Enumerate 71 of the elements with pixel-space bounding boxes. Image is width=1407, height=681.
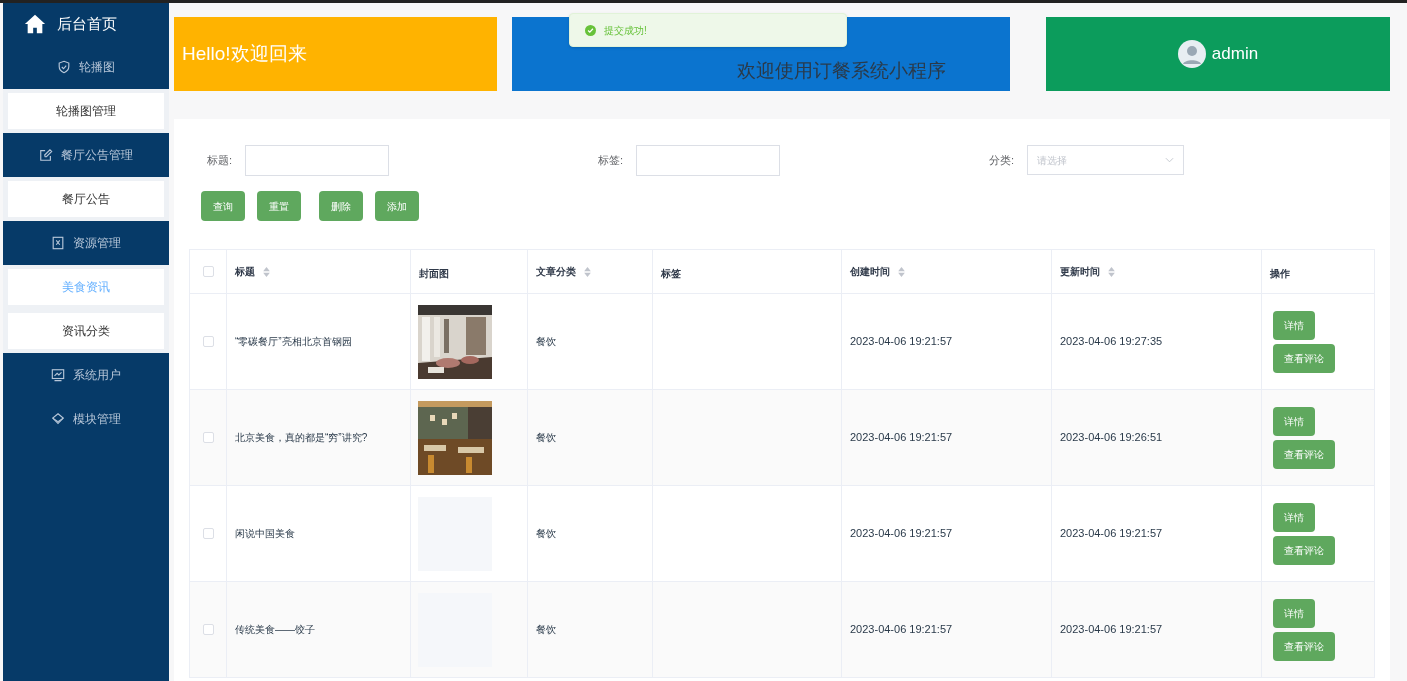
edit-icon bbox=[39, 148, 53, 162]
table-cell-text: 2023-04-06 19:21:57 bbox=[850, 430, 953, 446]
menu-item[interactable]: 餐厅公告 bbox=[8, 181, 164, 217]
filter-label: 标签: bbox=[596, 152, 624, 168]
menu-group[interactable]: 模块管理 bbox=[3, 397, 169, 441]
check-icon bbox=[585, 24, 596, 36]
table-cell-text: 北京美食，真的都是“穷”讲究? bbox=[235, 431, 368, 445]
menu-group[interactable]: 系统用户 bbox=[3, 353, 169, 397]
action-button[interactable]: 删除 bbox=[319, 191, 363, 221]
row-action-button[interactable]: 详情 bbox=[1273, 502, 1315, 532]
table-cell-text: 2023-04-06 19:21:57 bbox=[850, 526, 953, 542]
sort-icon[interactable] bbox=[1108, 266, 1115, 277]
table-cell-text: 餐饮 bbox=[536, 431, 556, 445]
sort-icon[interactable] bbox=[584, 266, 591, 277]
text-field[interactable] bbox=[245, 144, 389, 176]
row-action-button[interactable]: 详情 bbox=[1273, 406, 1315, 436]
menu-group[interactable]: 餐厅公告管理 bbox=[3, 133, 169, 177]
row-action-button[interactable]: 详情 bbox=[1273, 310, 1315, 340]
table-cell-text: 2023-04-06 19:21:57 bbox=[1060, 622, 1163, 638]
menu-item[interactable]: 轮播图管理 bbox=[8, 93, 164, 129]
column-header: 更新时间 bbox=[1060, 265, 1100, 279]
table-cell-text: 传统美食——饺子 bbox=[235, 623, 315, 637]
checkbox[interactable] bbox=[202, 432, 214, 443]
sort-icon[interactable] bbox=[898, 266, 905, 277]
table-cell-text: 餐饮 bbox=[536, 527, 556, 541]
menu-group[interactable]: 轮播图 bbox=[3, 45, 169, 89]
table-cell-text: 餐饮 bbox=[536, 623, 556, 637]
chevron-icon bbox=[1165, 157, 1174, 163]
checkbox[interactable] bbox=[202, 624, 214, 635]
checkbox[interactable] bbox=[202, 266, 214, 277]
table-cell-text: 2023-04-06 19:21:57 bbox=[850, 622, 953, 638]
table-cell-text: 2023-04-06 19:26:51 bbox=[1060, 430, 1163, 446]
diamond-icon bbox=[51, 412, 65, 426]
table-cell-text: 2023-04-06 19:21:57 bbox=[1060, 526, 1163, 542]
column-header: 标签 bbox=[661, 267, 681, 281]
action-button[interactable]: 查询 bbox=[201, 191, 245, 221]
shield-icon bbox=[57, 60, 71, 74]
table-cell-text: 闲说中国美食 bbox=[235, 527, 295, 541]
menu-group[interactable]: 资源管理 bbox=[3, 221, 169, 265]
row-action-button[interactable]: 查看评论 bbox=[1273, 631, 1335, 661]
row-action-button[interactable]: 查看评论 bbox=[1273, 535, 1335, 565]
menu-item[interactable]: 资讯分类 bbox=[8, 313, 164, 349]
home-icon bbox=[23, 13, 47, 35]
user-name: admin bbox=[1211, 43, 1259, 66]
sort-icon[interactable] bbox=[263, 266, 270, 277]
document-icon bbox=[51, 236, 65, 250]
chart-icon bbox=[51, 368, 65, 382]
table-cell-text: 餐饮 bbox=[536, 335, 556, 349]
avatar-icon bbox=[1177, 40, 1206, 68]
filter-label: 分类: bbox=[987, 152, 1015, 168]
filter-label: 标题: bbox=[205, 152, 233, 168]
column-header: 操作 bbox=[1270, 267, 1290, 281]
action-button[interactable]: 添加 bbox=[375, 191, 419, 221]
row-action-button[interactable]: 详情 bbox=[1273, 598, 1315, 628]
row-action-button[interactable]: 查看评论 bbox=[1273, 439, 1335, 469]
column-header: 标题 bbox=[235, 265, 255, 279]
checkbox[interactable] bbox=[202, 336, 214, 347]
column-header: 创建时间 bbox=[850, 265, 890, 279]
column-header: 封面图 bbox=[419, 267, 449, 281]
text-field[interactable] bbox=[636, 144, 780, 176]
toast: 提交成功! bbox=[569, 13, 847, 47]
home-link[interactable]: 后台首页 bbox=[57, 12, 117, 36]
table-cell-text: 2023-04-06 19:21:57 bbox=[850, 334, 953, 350]
column-header: 文章分类 bbox=[536, 265, 576, 279]
action-button[interactable]: 重置 bbox=[257, 191, 301, 221]
menu-item[interactable]: 美食资讯 bbox=[8, 269, 164, 305]
table-cell-text: “零碳餐厅”亮相北京首钢园 bbox=[235, 335, 352, 349]
table-cell-text: 2023-04-06 19:27:35 bbox=[1060, 334, 1163, 350]
greeting-banner: Hello!欢迎回来 bbox=[174, 17, 497, 91]
checkbox[interactable] bbox=[202, 528, 214, 539]
row-action-button[interactable]: 查看评论 bbox=[1273, 343, 1335, 373]
